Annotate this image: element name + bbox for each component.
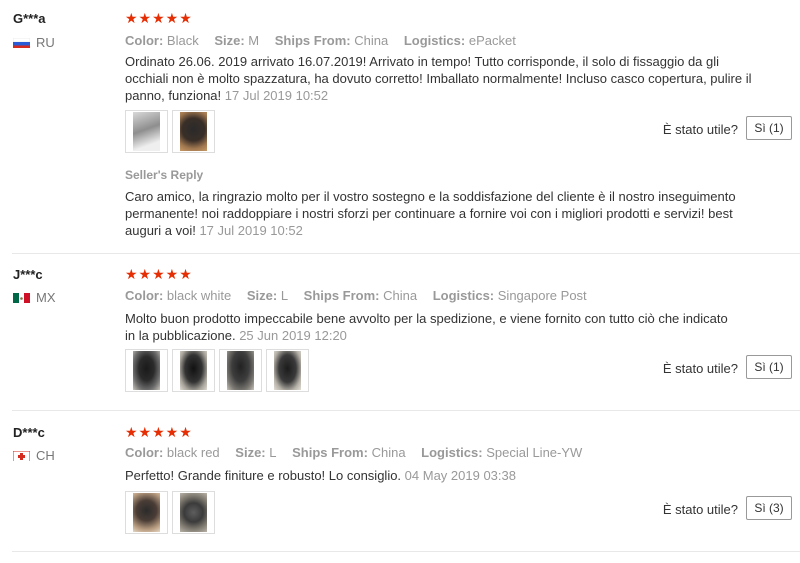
review-body: Perfetto! Grande finiture e robusto! Lo …: [125, 468, 402, 483]
ships-from-value: China: [354, 33, 389, 48]
color-label: Color:: [125, 33, 164, 48]
country-code: CH: [36, 448, 55, 463]
size-label: Size:: [214, 33, 245, 48]
review-photos: [125, 110, 215, 153]
size-label: Size:: [246, 288, 278, 303]
review-attributes: Color: black red Size: L Ships From: Chi…: [125, 445, 594, 460]
size-value: M: [248, 33, 260, 48]
review-photo-thumbnail[interactable]: [125, 110, 168, 153]
reviewer-country: MX: [13, 290, 56, 305]
flag-ru-icon: [13, 37, 30, 48]
ships-from-label: Ships From:: [303, 288, 380, 303]
review-photo-thumbnail[interactable]: [172, 491, 215, 534]
review-divider: [12, 253, 800, 254]
reviewer-name: D***c: [13, 425, 45, 440]
review-photo-thumbnail[interactable]: [125, 491, 168, 534]
star-rating: ★★★★★: [125, 10, 193, 26]
seller-reply-date: 17 Jul 2019 10:52: [199, 223, 303, 238]
size-value: L: [280, 288, 289, 303]
star-rating: ★★★★★: [125, 266, 193, 282]
flag-ch-icon: [13, 450, 30, 461]
country-code: MX: [36, 290, 56, 305]
reviewer-name: G***a: [13, 11, 46, 26]
review-photo-thumbnail[interactable]: [219, 349, 262, 392]
logistics-label: Logistics:: [421, 445, 483, 460]
ships-from-label: Ships From:: [274, 33, 351, 48]
review-body: Molto buon prodotto impeccabile bene avv…: [125, 311, 728, 343]
logistics-value: Singapore Post: [497, 288, 587, 303]
review-attributes: Color: black white Size: L Ships From: C…: [125, 288, 599, 303]
logistics-label: Logistics:: [403, 33, 466, 48]
helpful-yes-button[interactable]: Sì (1): [746, 355, 792, 379]
country-code: RU: [36, 35, 55, 50]
review-divider: [12, 410, 800, 411]
helpful-question: È stato utile?: [662, 502, 738, 517]
review-date: 17 Jul 2019 10:52: [224, 88, 329, 103]
logistics-label: Logistics:: [432, 288, 495, 303]
flag-mx-icon: [13, 292, 30, 303]
ships-from-value: China: [383, 288, 418, 303]
review-divider: [12, 551, 800, 552]
review-date: 04 May 2019 03:38: [404, 468, 516, 483]
color-label: Color:: [125, 288, 164, 303]
review-photo-thumbnail[interactable]: [172, 349, 215, 392]
color-value: black red: [166, 445, 220, 460]
ships-from-value: China: [371, 445, 406, 460]
review-date: 25 Jun 2019 12:20: [239, 328, 347, 343]
review-photos: [125, 349, 309, 392]
reviewer-name: J***c: [13, 267, 43, 282]
review-photos: [125, 491, 215, 534]
color-value: Black: [166, 33, 199, 48]
helpful-yes-button[interactable]: Sì (3): [746, 496, 792, 520]
color-label: Color:: [125, 445, 164, 460]
logistics-value: ePacket: [468, 33, 516, 48]
size-value: L: [269, 445, 277, 460]
helpful-question: È stato utile?: [662, 361, 738, 376]
review-attributes: Color: Black Size: M Ships From: China L…: [125, 33, 528, 48]
helpful-question: È stato utile?: [662, 122, 738, 137]
color-value: black white: [166, 288, 232, 303]
review-photo-thumbnail[interactable]: [266, 349, 309, 392]
ships-from-label: Ships From:: [292, 445, 368, 460]
review-photo-thumbnail[interactable]: [125, 349, 168, 392]
review-body: Ordinato 26.06. 2019 arrivato 16.07.2019…: [125, 54, 752, 103]
helpful-yes-button[interactable]: Sì (1): [746, 116, 792, 140]
reviewer-country: CH: [13, 448, 55, 463]
seller-reply-heading: Seller's Reply: [125, 168, 204, 182]
review-text: Perfetto! Grande finiture e robusto! Lo …: [125, 467, 765, 484]
review-text: Molto buon prodotto impeccabile bene avv…: [125, 310, 735, 344]
reviewer-country: RU: [13, 35, 55, 50]
size-label: Size:: [235, 445, 266, 460]
star-rating: ★★★★★: [125, 424, 193, 440]
review-photo-thumbnail[interactable]: [172, 110, 215, 153]
review-text: Ordinato 26.06. 2019 arrivato 16.07.2019…: [125, 53, 765, 104]
seller-reply-text: Caro amico, la ringrazio molto per il vo…: [125, 188, 765, 239]
logistics-value: Special Line-YW: [486, 445, 583, 460]
